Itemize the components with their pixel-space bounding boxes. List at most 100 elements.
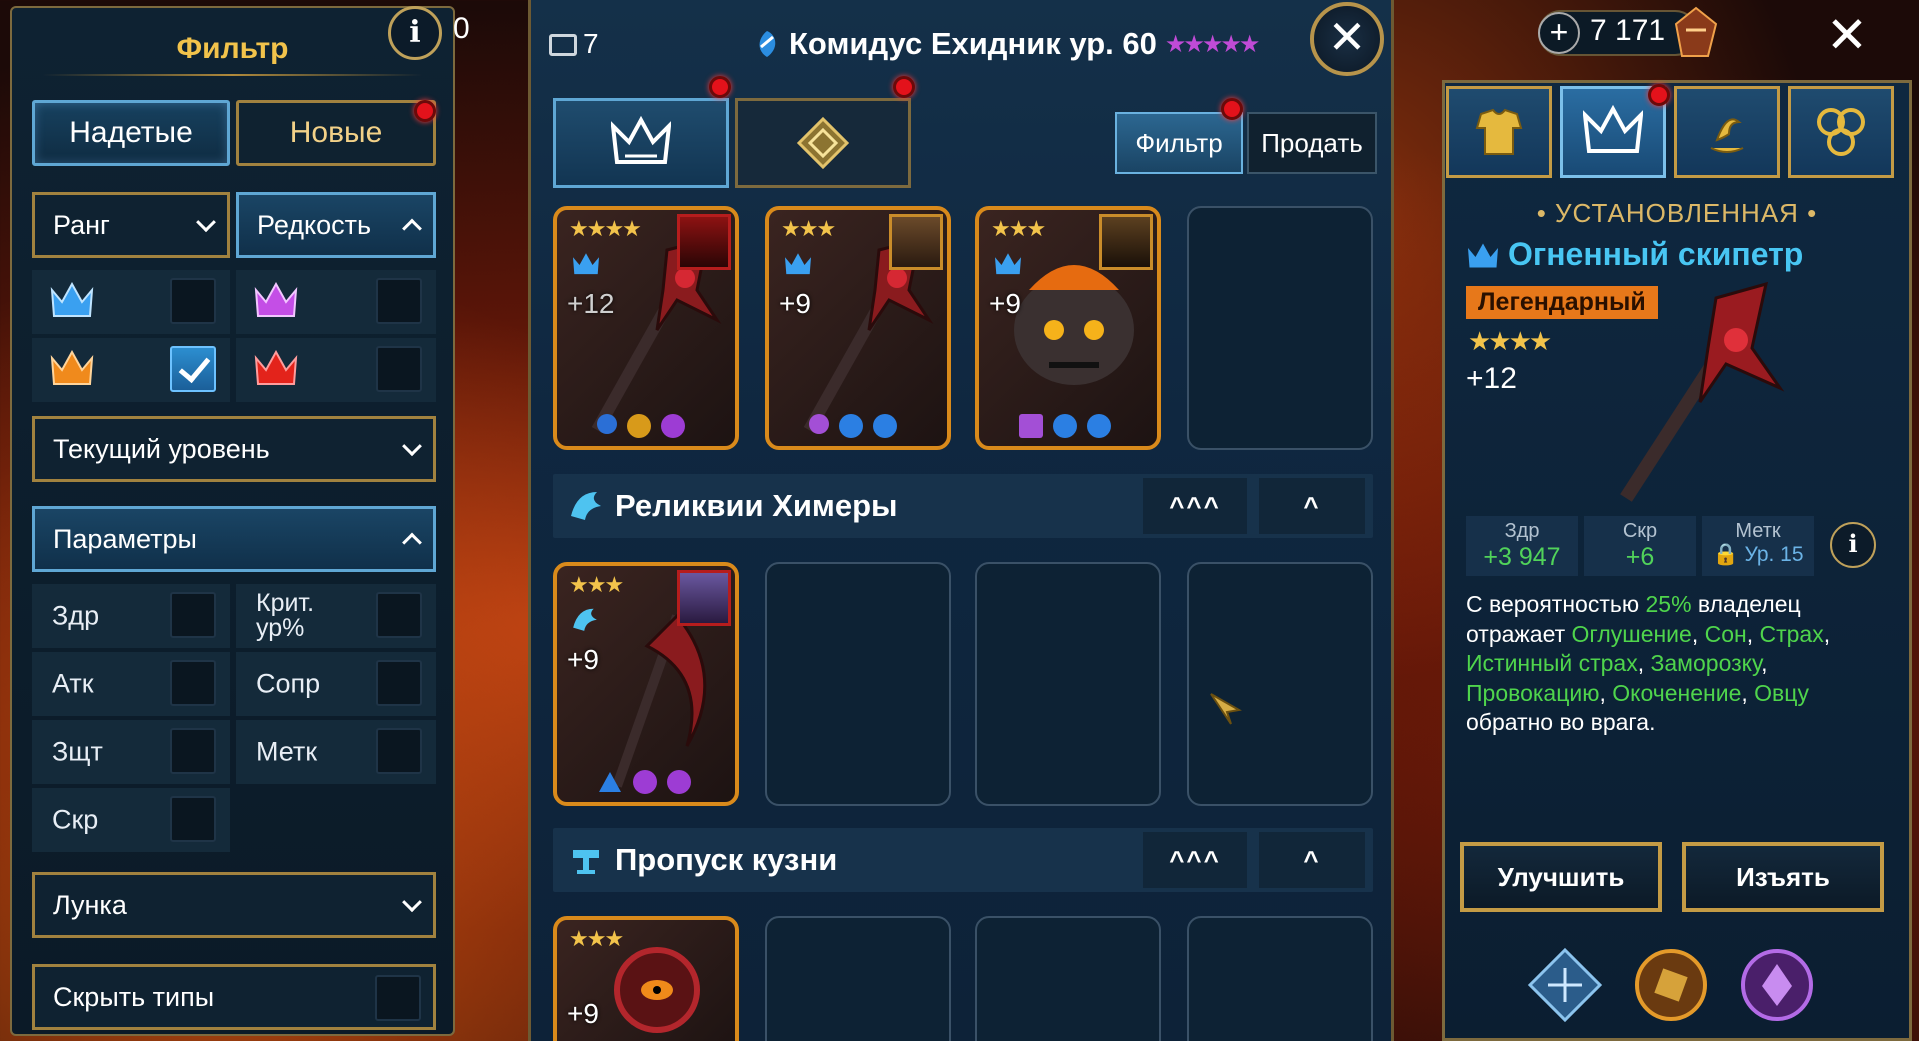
artifact-slot[interactable]: ★★★★ +12 [553,206,739,450]
param-label: Сопр [256,668,321,699]
param-def[interactable]: Зщт [32,720,230,784]
rarity-checkbox[interactable] [376,346,422,392]
param-spd[interactable]: Скр [32,788,230,852]
item-stars: ★★★ [569,572,624,597]
param-label: Крит. ур% [256,589,315,642]
artifact-name: Огненный скипетр [1508,236,1804,272]
empty-slot[interactable] [975,562,1161,806]
purple-socket-icon[interactable] [1738,946,1816,1024]
param-hp[interactable]: Здр [32,584,230,648]
param-label: Зщт [52,736,103,767]
sort-all-button[interactable]: ^^^ [1143,478,1247,534]
param-checkbox[interactable] [170,796,216,842]
desc-highlight: Заморозку [1650,650,1762,676]
hide-types-checkbox[interactable] [375,975,421,1021]
rarity-option-legendary[interactable] [32,338,230,402]
param-atk[interactable]: Атк [32,652,230,716]
bag-icon [549,34,577,56]
rank-dropdown-label: Ранг [53,209,110,240]
gem-row [597,770,691,794]
add-currency-button[interactable]: + [1538,12,1580,54]
item-level: +9 [779,288,811,319]
sort-one-label: ^ [1303,490,1321,521]
rank-dropdown[interactable]: Ранг [32,192,230,258]
param-checkbox[interactable] [376,592,422,638]
rarity-option-mythical[interactable] [236,338,436,402]
empty-slot[interactable] [1187,206,1373,450]
artifact-slot[interactable]: ★★★ +9 [975,206,1161,450]
sort-all-button[interactable]: ^^^ [1143,832,1247,888]
artifact-slot[interactable]: ★★★ +9 [553,916,739,1041]
sort-one-button[interactable]: ^ [1259,832,1365,888]
rarity-checkbox[interactable] [170,278,216,324]
artifact-level: +12 [1466,362,1517,395]
artifact-slot[interactable]: ★★★ +9 [765,206,951,450]
remove-button[interactable]: Изъять [1682,842,1884,912]
filter-button[interactable]: Фильтр [1115,112,1243,174]
sell-button[interactable]: Продать [1247,112,1377,174]
item-stars: ★★★★ [569,216,642,241]
rarity-option-epic[interactable] [236,270,436,334]
item-level: +12 [567,288,615,319]
gold-socket-icon[interactable] [1632,946,1710,1024]
desc-text: , [1761,650,1768,676]
blue-crown-icon [1468,243,1498,268]
artifact-stars: ★★★★ [1468,326,1552,356]
orange-crown-icon [50,350,94,385]
upgrade-button[interactable]: Улучшить [1460,842,1662,912]
parameters-dropdown[interactable]: Параметры [32,506,436,572]
filter-info-button[interactable]: i [388,6,442,60]
tab-skills[interactable] [1788,86,1894,178]
stat-value: +6 [1625,543,1655,571]
empty-slot[interactable] [1187,562,1373,806]
item-level: +9 [567,998,599,1029]
gem-icon [661,414,685,438]
chevron-down-icon [402,892,422,913]
rarity-dropdown[interactable]: Редкость [236,192,436,258]
compare-icon[interactable] [1526,946,1604,1024]
sort-one-button[interactable]: ^ [1259,478,1365,534]
hero-name: Комидус Ехидник ур. 60 [789,26,1157,61]
title-divider [42,74,423,76]
tab-mastery[interactable] [1674,86,1780,178]
tab-artifacts[interactable] [553,98,729,188]
empty-slot[interactable] [975,916,1161,1041]
tab-equipped[interactable]: Надетые [32,100,230,166]
gem-icon [592,409,622,439]
desc-highlight: 25% [1645,591,1692,617]
param-checkbox[interactable] [376,728,422,774]
param-res[interactable]: Сопр [236,652,436,716]
artifact-info-button[interactable]: i [1830,522,1876,568]
gem-icon [1019,414,1043,438]
tab-accessories[interactable] [735,98,911,188]
close-button[interactable]: ✕ [1310,2,1384,76]
item-level: +9 [567,644,599,675]
rarity-checkbox-checked[interactable] [170,346,216,392]
close-button[interactable]: ✕ [1826,6,1868,64]
lock-icon: 🔒 [1712,543,1739,566]
rarity-checkbox[interactable] [376,278,422,324]
desc-text: , [1823,620,1831,647]
param-checkbox[interactable] [376,660,422,706]
item-stars: ★★★ [781,216,836,241]
param-acc[interactable]: Метк [236,720,436,784]
tab-armor[interactable] [1446,86,1552,178]
socket-dropdown[interactable]: Лунка [32,872,436,938]
hide-types-row[interactable]: Скрыть типы [32,964,436,1030]
empty-slot[interactable] [1187,916,1373,1041]
rarity-dropdown-label: Редкость [257,209,372,240]
desc-highlight: Овцу [1754,679,1809,706]
empty-slot[interactable] [765,562,951,806]
armor-icon [1475,108,1523,155]
rarity-option-rare[interactable] [32,270,230,334]
purple-crown-icon [254,282,298,317]
param-checkbox[interactable] [170,728,216,774]
param-crit-dmg[interactable]: Крит. ур% [236,584,436,648]
empty-slot[interactable] [765,916,951,1041]
tab-new[interactable]: Новые [236,100,436,166]
current-level-dropdown[interactable]: Текущий уровень [32,416,436,482]
artifact-slot[interactable]: ★★★ +9 [553,562,739,806]
param-checkbox[interactable] [170,660,216,706]
stat-label: Скр [1622,520,1658,542]
param-checkbox[interactable] [170,592,216,638]
